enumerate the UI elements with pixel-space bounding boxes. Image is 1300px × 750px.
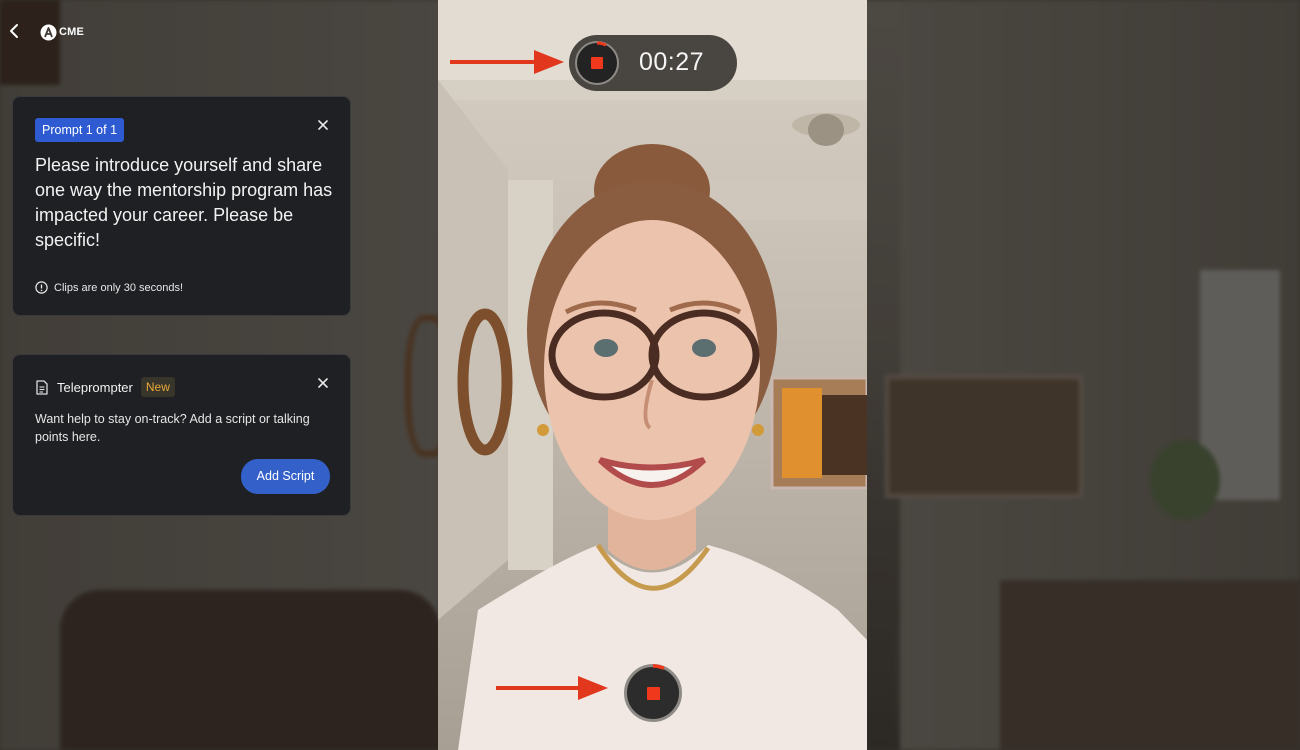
acme-logo: CME bbox=[40, 22, 84, 42]
teleprompter-description: Want help to stay on-track? Add a script… bbox=[35, 412, 310, 444]
stop-icon bbox=[647, 687, 660, 700]
teleprompter-card: Teleprompter New Want help to stay on-tr… bbox=[12, 354, 351, 516]
back-button[interactable] bbox=[6, 22, 24, 40]
teleprompter-header: Teleprompter New bbox=[35, 377, 175, 397]
clip-length-note: Clips are only 30 seconds! bbox=[35, 281, 183, 294]
prompt-text: Please introduce yourself and share one … bbox=[35, 155, 333, 250]
stop-recording-button[interactable] bbox=[624, 664, 682, 722]
teleprompter-title: Teleprompter bbox=[57, 379, 133, 395]
new-badge: New bbox=[140, 377, 175, 397]
add-script-button[interactable]: Add Script bbox=[241, 459, 330, 494]
recording-timer: 00:27 bbox=[569, 35, 737, 91]
prompt-close-button[interactable] bbox=[316, 118, 330, 132]
teleprompter-close-button[interactable] bbox=[316, 376, 330, 390]
camera-preview bbox=[438, 0, 867, 750]
logo-text: CME bbox=[59, 26, 85, 38]
document-icon bbox=[36, 379, 48, 395]
camera-feed-image bbox=[438, 0, 867, 750]
stop-recording-button-small[interactable] bbox=[575, 41, 619, 85]
info-icon bbox=[35, 281, 48, 294]
prompt-card: Prompt 1 of 1 Please introduce yourself … bbox=[12, 96, 351, 316]
prompt-counter-badge: Prompt 1 of 1 bbox=[35, 118, 125, 142]
close-icon bbox=[318, 378, 328, 388]
logo-mark-icon bbox=[40, 24, 57, 40]
close-icon bbox=[318, 120, 328, 130]
stop-icon bbox=[591, 57, 603, 69]
clip-length-note-text: Clips are only 30 seconds! bbox=[54, 281, 184, 294]
annotation-arrow-top bbox=[450, 50, 564, 74]
chevron-left-icon bbox=[10, 24, 18, 38]
annotation-arrow-bottom bbox=[496, 676, 608, 700]
timer-text: 00:27 bbox=[639, 48, 705, 76]
